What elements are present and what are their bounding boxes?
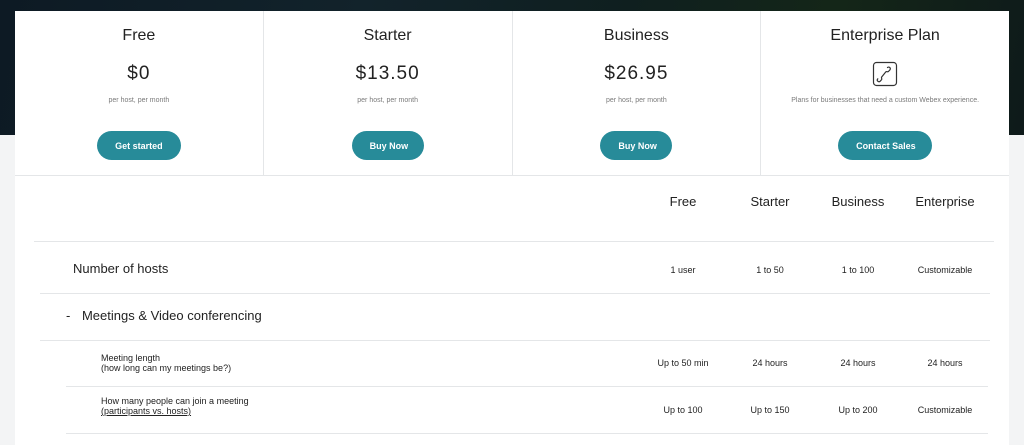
table-cell: Up to 50 min (657, 358, 709, 368)
plan-price: $0 (127, 63, 151, 84)
plan-enterprise: Enterprise Plan Plans for businesses tha… (761, 11, 1009, 175)
table-cell: 1 to 100 (841, 265, 875, 275)
divider (66, 386, 988, 387)
participants-vs-hosts-link[interactable]: (participants vs. hosts) (101, 406, 249, 416)
table-cell: 24 hours (840, 358, 876, 368)
contact-sales-button[interactable]: Contact Sales (838, 131, 933, 160)
table-cell: Up to 200 (838, 405, 878, 415)
plan-price-note: per host, per month (357, 97, 418, 104)
plan-free: Free $0 per host, per month Get started (15, 11, 264, 175)
plan-price: $26.95 (604, 63, 669, 84)
plan-name: Business (603, 27, 669, 44)
column-header-free: Free (669, 194, 697, 209)
divider (40, 340, 990, 341)
column-header-business: Business (831, 194, 885, 209)
table-cell: 24 hours (927, 358, 963, 368)
row-label-text: How many people can join a meeting (101, 396, 249, 406)
table-cell: Customizable (917, 405, 973, 415)
phone-handset-icon (873, 61, 898, 87)
divider (40, 293, 990, 294)
get-started-button[interactable]: Get started (96, 131, 181, 160)
pricing-card: Free $0 per host, per month Get started … (15, 11, 1009, 445)
row-label-hosts: Number of hosts (73, 261, 169, 276)
row-label-meeting-length: Meeting length (how long can my meetings… (101, 353, 231, 373)
table-cell: Up to 150 (750, 405, 790, 415)
plan-name: Starter (363, 27, 412, 44)
divider (66, 433, 988, 434)
row-label-note: (how long can my meetings be?) (101, 363, 232, 373)
column-header-starter: Starter (750, 194, 790, 209)
plan-starter: Starter $13.50 per host, per month Buy N… (264, 11, 513, 175)
plan-name: Free (122, 27, 156, 44)
table-cell: 24 hours (752, 358, 788, 368)
table-cell: 1 to 50 (756, 265, 784, 275)
plan-price-note: per host, per month (606, 97, 667, 104)
section-toggle-meetings[interactable]: - Meetings & Video conferencing (66, 308, 262, 323)
section-title: Meetings & Video conferencing (81, 308, 262, 323)
plan-price-note: per host, per month (108, 97, 170, 104)
column-header-enterprise: Enterprise (915, 194, 975, 209)
row-label-text: Meeting length (101, 353, 161, 363)
plan-cards: Free $0 per host, per month Get started … (15, 11, 1009, 176)
plan-price: $13.50 (355, 63, 420, 84)
table-cell: Up to 100 (663, 405, 703, 415)
buy-now-starter-button[interactable]: Buy Now (351, 131, 424, 160)
buy-now-business-button[interactable]: Buy Now (600, 131, 673, 160)
collapse-toggle: - (66, 308, 71, 323)
row-label-participants: How many people can join a meeting (part… (101, 396, 249, 416)
plan-business: Business $26.95 per host, per month Buy … (513, 11, 762, 175)
divider (34, 241, 994, 242)
table-cell: Customizable (917, 265, 973, 275)
plan-name: Enterprise Plan (830, 27, 940, 44)
table-cell: 1 user (670, 265, 696, 275)
plan-description: Plans for businesses that need a custom … (791, 97, 980, 104)
